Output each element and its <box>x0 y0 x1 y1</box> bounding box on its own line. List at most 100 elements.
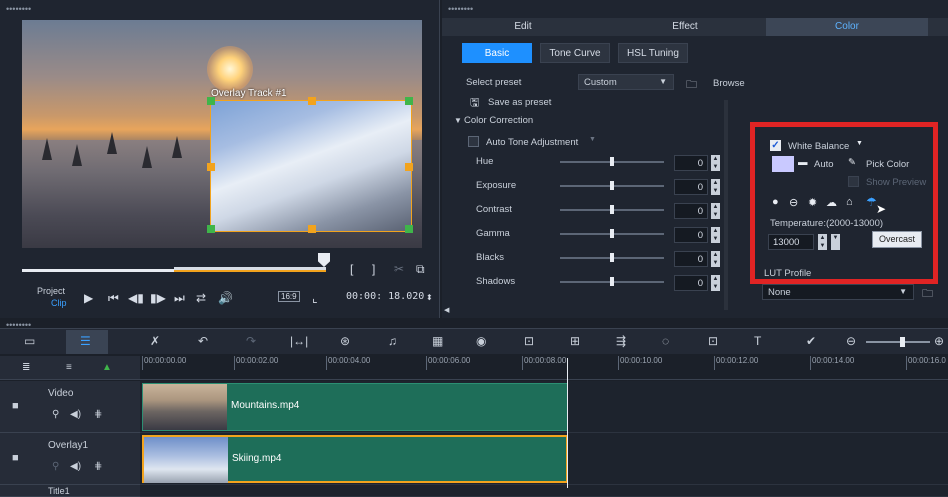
time-remap-icon[interactable]: ⇶ <box>616 334 626 348</box>
pan-zoom-icon[interactable]: ⊡ <box>708 334 718 348</box>
save-as-preset-button[interactable]: Save as preset <box>488 97 551 108</box>
white-balance-color-swatch[interactable] <box>772 156 794 172</box>
track-manager-icon[interactable]: ≣ <box>22 362 30 373</box>
timeline-view-icon[interactable]: ☰ <box>80 334 91 348</box>
exposure-spinner[interactable]: ▲ ▼ <box>711 179 720 195</box>
previous-frame-icon[interactable]: ◀▮ <box>128 291 144 305</box>
multicam-icon[interactable]: ⊞ <box>570 334 580 348</box>
grid-icon[interactable]: ⋕ <box>94 461 102 472</box>
subtab-tone-curve[interactable]: Tone Curve <box>540 43 610 63</box>
blacks-slider-thumb[interactable] <box>610 253 614 262</box>
hue-value[interactable]: 0 <box>674 155 708 171</box>
subtab-hsl-tuning[interactable]: HSL Tuning <box>618 43 688 63</box>
tab-edit[interactable]: Edit <box>442 18 604 36</box>
clip-mode-label[interactable]: Clip <box>51 298 67 308</box>
zoom-slider-thumb[interactable] <box>900 337 905 347</box>
next-frame-icon[interactable]: ▮▶ <box>150 291 166 305</box>
trim-selection[interactable] <box>174 267 326 272</box>
overlay-clip[interactable]: Skiing.mp4 <box>142 435 568 483</box>
mute-icon[interactable]: ◀) <box>70 409 81 420</box>
crop-icon[interactable]: ⌞ <box>312 291 318 305</box>
pick-color-button[interactable]: Pick Color <box>866 159 909 170</box>
contrast-value[interactable]: 0 <box>674 203 708 219</box>
hue-spinner[interactable]: ▲ ▼ <box>711 155 720 171</box>
mark-out-icon[interactable]: ] <box>372 262 375 276</box>
gamma-spinner[interactable]: ▲ ▼ <box>711 227 720 243</box>
chevron-down-icon[interactable]: ▼ <box>589 136 596 143</box>
repeat-icon[interactable]: ⇄ <box>196 291 206 305</box>
shadows-spinner[interactable]: ▲ ▼ <box>711 275 720 291</box>
auto-wb-button[interactable]: Auto <box>814 159 834 170</box>
browse-lut-icon[interactable]: 🗀 <box>922 285 933 304</box>
chevron-down-icon[interactable]: ▼ <box>856 140 863 147</box>
play-icon[interactable]: ▶ <box>84 291 93 305</box>
video-clip[interactable]: Mountains.mp4 <box>142 383 568 431</box>
lut-profile-dropdown[interactable]: None ▼ <box>762 284 914 300</box>
resize-handle[interactable] <box>405 163 413 171</box>
save-icon[interactable]: 🖫 <box>470 94 479 113</box>
storyboard-view-icon[interactable]: ▭ <box>24 334 35 348</box>
end-icon[interactable]: ⏭ <box>174 291 185 305</box>
gamma-slider-thumb[interactable] <box>610 229 614 238</box>
browse-button[interactable]: Browse <box>713 78 745 89</box>
temperature-reset[interactable]: ▼ <box>831 234 840 250</box>
daylight-icon[interactable]: ✹ <box>808 196 817 209</box>
shade-icon[interactable]: ⌂ <box>846 196 853 208</box>
chapter-icon[interactable]: ≡ <box>66 362 72 373</box>
vertical-scrollbar[interactable] <box>724 100 728 310</box>
contrast-spinner[interactable]: ▲ ▼ <box>711 203 720 219</box>
gamma-value[interactable]: 0 <box>674 227 708 243</box>
eyedropper-icon[interactable]: ✎ <box>848 157 856 168</box>
timecode-stepper[interactable]: ⬍ <box>426 291 433 305</box>
mark-in-icon[interactable]: [ <box>350 262 353 276</box>
auto-tone-checkbox[interactable] <box>468 136 479 147</box>
redo-icon[interactable]: ↷ <box>246 334 256 348</box>
link-icon[interactable]: ⚲ <box>52 461 59 472</box>
aspect-ratio-button[interactable]: 16:9 <box>278 291 300 302</box>
shadows-slider-thumb[interactable] <box>610 277 614 286</box>
add-track-icon[interactable]: ▲ <box>102 362 112 373</box>
timeline-playhead[interactable] <box>567 358 568 488</box>
record-icon[interactable]: ⊛ <box>340 334 350 348</box>
exposure-slider-thumb[interactable] <box>610 181 614 190</box>
color-correction-header[interactable]: Color Correction <box>464 115 533 126</box>
zoom-in-icon[interactable]: ⊕ <box>934 334 944 348</box>
mask-creator-icon[interactable]: ◌ <box>662 334 669 348</box>
resize-handle[interactable] <box>308 97 316 105</box>
collapse-arrow-icon[interactable]: ▼ <box>454 116 462 125</box>
preset-dropdown[interactable]: Custom ▼ <box>578 74 674 90</box>
cloudy-icon[interactable]: ☁ <box>826 196 837 209</box>
title-lane[interactable] <box>140 485 948 497</box>
show-preview-checkbox[interactable] <box>848 176 859 187</box>
replace-icon[interactable]: ✔ <box>806 334 816 348</box>
home-icon[interactable]: ⏮ <box>108 291 119 305</box>
tab-effect[interactable]: Effect <box>604 18 766 36</box>
resize-handle[interactable] <box>405 225 413 233</box>
panel-grip[interactable]: •••••••• <box>448 5 473 14</box>
fluorescent-icon[interactable]: ⊖ <box>789 196 798 209</box>
resize-handle[interactable] <box>207 97 215 105</box>
mask-icon[interactable]: ◉ <box>476 334 486 348</box>
blacks-spinner[interactable]: ▲ ▼ <box>711 251 720 267</box>
timecode-display[interactable]: 00:00: 18.020 <box>346 291 424 302</box>
zoom-slider[interactable] <box>866 341 930 343</box>
contrast-slider-thumb[interactable] <box>610 205 614 214</box>
snapshot-icon[interactable]: ⧉ <box>416 262 425 276</box>
shadows-value[interactable]: 0 <box>674 275 708 291</box>
tungsten-icon[interactable]: ● <box>772 196 779 208</box>
tools-icon[interactable]: ✗ <box>150 334 160 348</box>
white-balance-checkbox[interactable]: ✓ <box>770 140 781 151</box>
resize-handle[interactable] <box>405 97 413 105</box>
resize-handle[interactable] <box>207 225 215 233</box>
temperature-input[interactable]: 13000 <box>768 234 814 250</box>
fit-icon[interactable]: |↔| <box>290 334 308 348</box>
exposure-value[interactable]: 0 <box>674 179 708 195</box>
undo-icon[interactable]: ↶ <box>198 334 208 348</box>
mute-icon[interactable]: ◀) <box>70 461 81 472</box>
subtitle-icon[interactable]: ⊡ <box>524 334 534 348</box>
tab-color[interactable]: Color <box>766 18 928 36</box>
link-icon[interactable]: ⚲ <box>52 409 59 420</box>
timeline-ruler[interactable]: 00:00:00.00 00:00:02.00 00:00:04.00 00:0… <box>140 356 948 380</box>
motion-track-icon[interactable]: ▦ <box>432 334 443 348</box>
browse-icon[interactable]: 🗀 <box>686 76 697 95</box>
